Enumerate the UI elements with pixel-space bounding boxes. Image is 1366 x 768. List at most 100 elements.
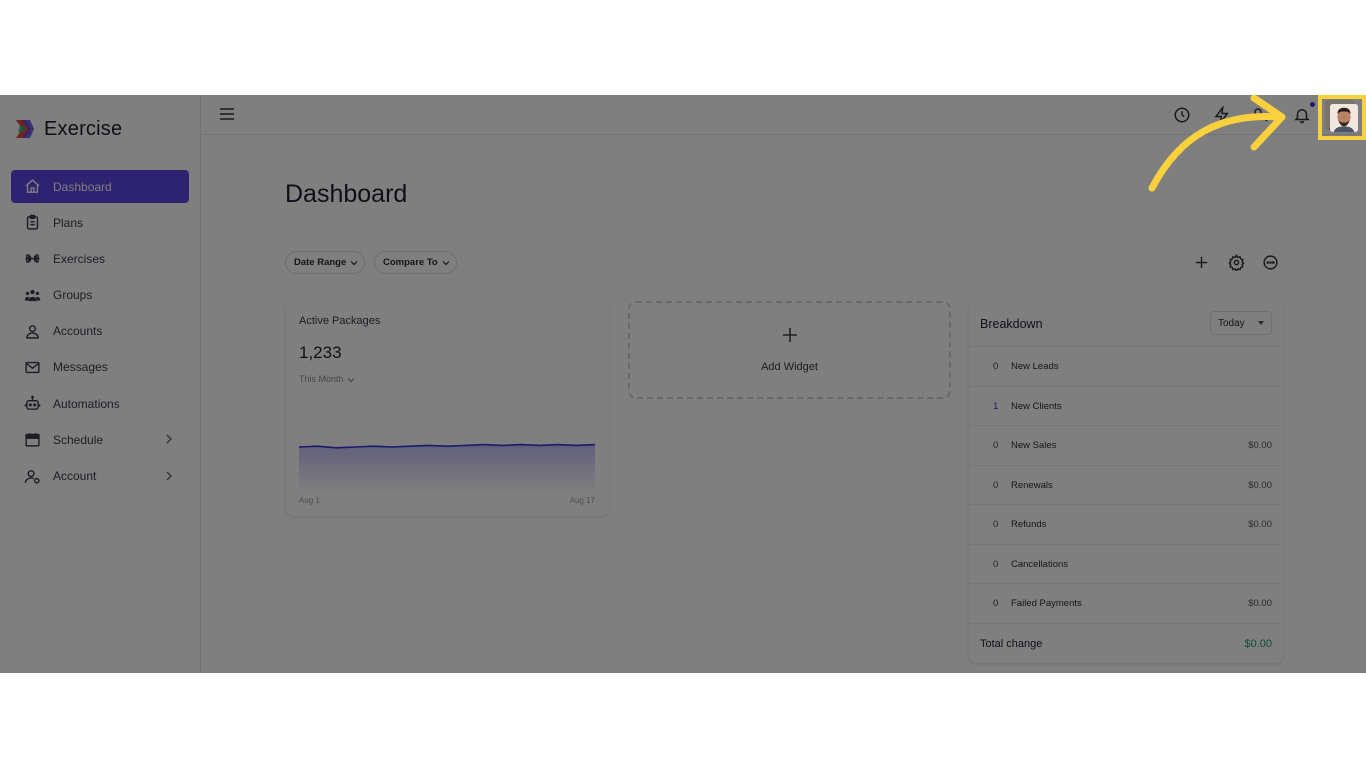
row-label: Cancellations (1011, 558, 1069, 570)
avatar[interactable] (1330, 104, 1358, 132)
sidebar-item-label: Accounts (53, 324, 103, 339)
row-count: 0 (993, 519, 999, 530)
sidebar-item-plans[interactable]: Plans (11, 206, 189, 239)
plus-icon[interactable] (1193, 254, 1210, 271)
breakdown-row-renewals[interactable]: 0 Renewals $0.00 (969, 464, 1283, 505)
row-count: 1 (993, 400, 999, 412)
chevron-down-icon (350, 261, 358, 266)
row-amount: $0.00 (1248, 440, 1272, 451)
row-label: New Sales (1011, 440, 1057, 451)
breakdown-row-new-leads[interactable]: 0 New Leads (969, 346, 1283, 386)
add-widget-label: Add Widget (761, 361, 818, 373)
brand-logo-icon (16, 120, 34, 138)
user-settings-icon (23, 467, 41, 485)
row-label: Refunds (1011, 519, 1047, 530)
breakdown-card: Breakdown Today 0 New Leads 1 New Client… (969, 301, 1283, 663)
sidebar-nav: Dashboard Plans Exercises Groups Account… (11, 170, 189, 496)
sidebar-item-account[interactable]: Account (11, 460, 189, 493)
breakdown-row-new-clients[interactable]: 1 New Clients (969, 385, 1283, 426)
user-icon (23, 322, 41, 340)
sidebar-item-label: Dashboard (53, 179, 112, 194)
sparkline-chart (299, 443, 595, 491)
sidebar-item-label: Schedule (53, 432, 104, 447)
breakdown-list: 0 New Leads 1 New Clients 0 New Sales $0… (969, 346, 1283, 623)
date-range-label: Date Range (294, 257, 347, 268)
sidebar-item-label: Plans (53, 215, 84, 230)
row-amount: $0.00 (1248, 479, 1272, 491)
row-count: 0 (993, 598, 999, 609)
active-packages-value: 1,233 (299, 343, 342, 362)
breakdown-period-select[interactable]: Today (1210, 311, 1272, 335)
sidebar-item-groups[interactable]: Groups (11, 279, 189, 312)
robot-icon (23, 395, 41, 413)
clipboard-icon (23, 214, 41, 232)
breakdown-row-cancellations[interactable]: 0 Cancellations (969, 543, 1283, 584)
key-icon[interactable] (1252, 106, 1270, 124)
sidebar-item-label: Groups (53, 288, 93, 303)
mail-icon (23, 358, 41, 376)
notification-dot (1310, 102, 1315, 107)
date-range-filter[interactable]: Date Range (285, 251, 366, 274)
page-title: Dashboard (285, 180, 408, 208)
menu-icon[interactable] (219, 107, 235, 121)
row-count: 0 (993, 558, 999, 570)
history-icon[interactable] (1173, 106, 1191, 124)
row-count: 0 (993, 440, 999, 451)
bell-icon[interactable] (1293, 106, 1311, 124)
breakdown-total-row: Total change $0.00 (969, 623, 1283, 663)
row-label: New Leads (1011, 361, 1059, 372)
chevron-right-icon (166, 434, 172, 444)
sidebar-item-schedule[interactable]: Schedule (11, 423, 189, 456)
total-label: Total change (980, 638, 1043, 650)
x-axis-end-label: Aug 17 (569, 496, 595, 505)
dumbbell-icon (23, 250, 41, 268)
row-label: Failed Payments (1011, 598, 1082, 609)
breakdown-row-new-sales[interactable]: 0 New Sales $0.00 (969, 425, 1283, 465)
breakdown-row-refunds[interactable]: 0 Refunds $0.00 (969, 504, 1283, 544)
sidebar-item-label: Account (53, 469, 97, 483)
sidebar-item-label: Automations (53, 396, 120, 411)
sidebar-item-accounts[interactable]: Accounts (11, 315, 189, 348)
sidebar-item-exercises[interactable]: Exercises (11, 242, 189, 275)
breakdown-row-failed-payments[interactable]: 0 Failed Payments $0.00 (969, 583, 1283, 623)
sidebar-item-automations[interactable]: Automations (11, 387, 189, 420)
sidebar-item-dashboard[interactable]: Dashboard (11, 170, 189, 203)
row-amount: $0.00 (1248, 598, 1272, 609)
add-widget-button[interactable]: Add Widget (628, 301, 951, 399)
chevron-down-icon (347, 377, 354, 382)
sidebar: Exercise Dashboard Plans Exercises Group… (0, 95, 201, 673)
chevron-right-icon (166, 471, 172, 480)
sidebar-item-label: Exercises (53, 251, 106, 266)
period-label: This Month (299, 374, 344, 384)
bolt-icon[interactable] (1213, 106, 1231, 124)
compare-to-filter[interactable]: Compare To (374, 251, 457, 274)
avatar-highlight-box[interactable] (1318, 95, 1366, 140)
app-window: Exercise Dashboard Plans Exercises Group… (0, 95, 1366, 673)
breakdown-title: Breakdown (980, 317, 1043, 331)
gear-icon[interactable] (1228, 254, 1245, 271)
total-amount: $0.00 (1244, 638, 1272, 650)
brand[interactable]: Exercise (14, 117, 122, 141)
calendar-icon (23, 431, 41, 449)
row-amount: $0.00 (1248, 519, 1272, 530)
avatar-face-icon (1330, 104, 1358, 132)
home-icon (23, 178, 41, 196)
breakdown-period-label: Today (1218, 317, 1245, 329)
sidebar-item-label: Messages (53, 360, 108, 375)
sparkline-area (299, 444, 595, 491)
active-packages-card[interactable]: Active Packages 1,233 This Month Aug 1 A… (286, 301, 609, 516)
row-count: 0 (993, 361, 999, 372)
period-select[interactable]: This Month (299, 374, 355, 384)
sidebar-item-messages[interactable]: Messages (11, 351, 189, 384)
topbar (201, 95, 1366, 135)
row-label: Renewals (1011, 479, 1053, 491)
row-count: 0 (993, 479, 999, 491)
compare-to-label: Compare To (383, 257, 438, 268)
plus-icon (783, 328, 797, 342)
users-icon (23, 286, 41, 304)
more-icon[interactable] (1262, 254, 1279, 271)
chevron-down-icon (442, 261, 450, 266)
x-axis-start-label: Aug 1 (299, 496, 320, 505)
row-label: New Clients (1011, 400, 1062, 412)
caret-down-icon (1258, 321, 1264, 325)
